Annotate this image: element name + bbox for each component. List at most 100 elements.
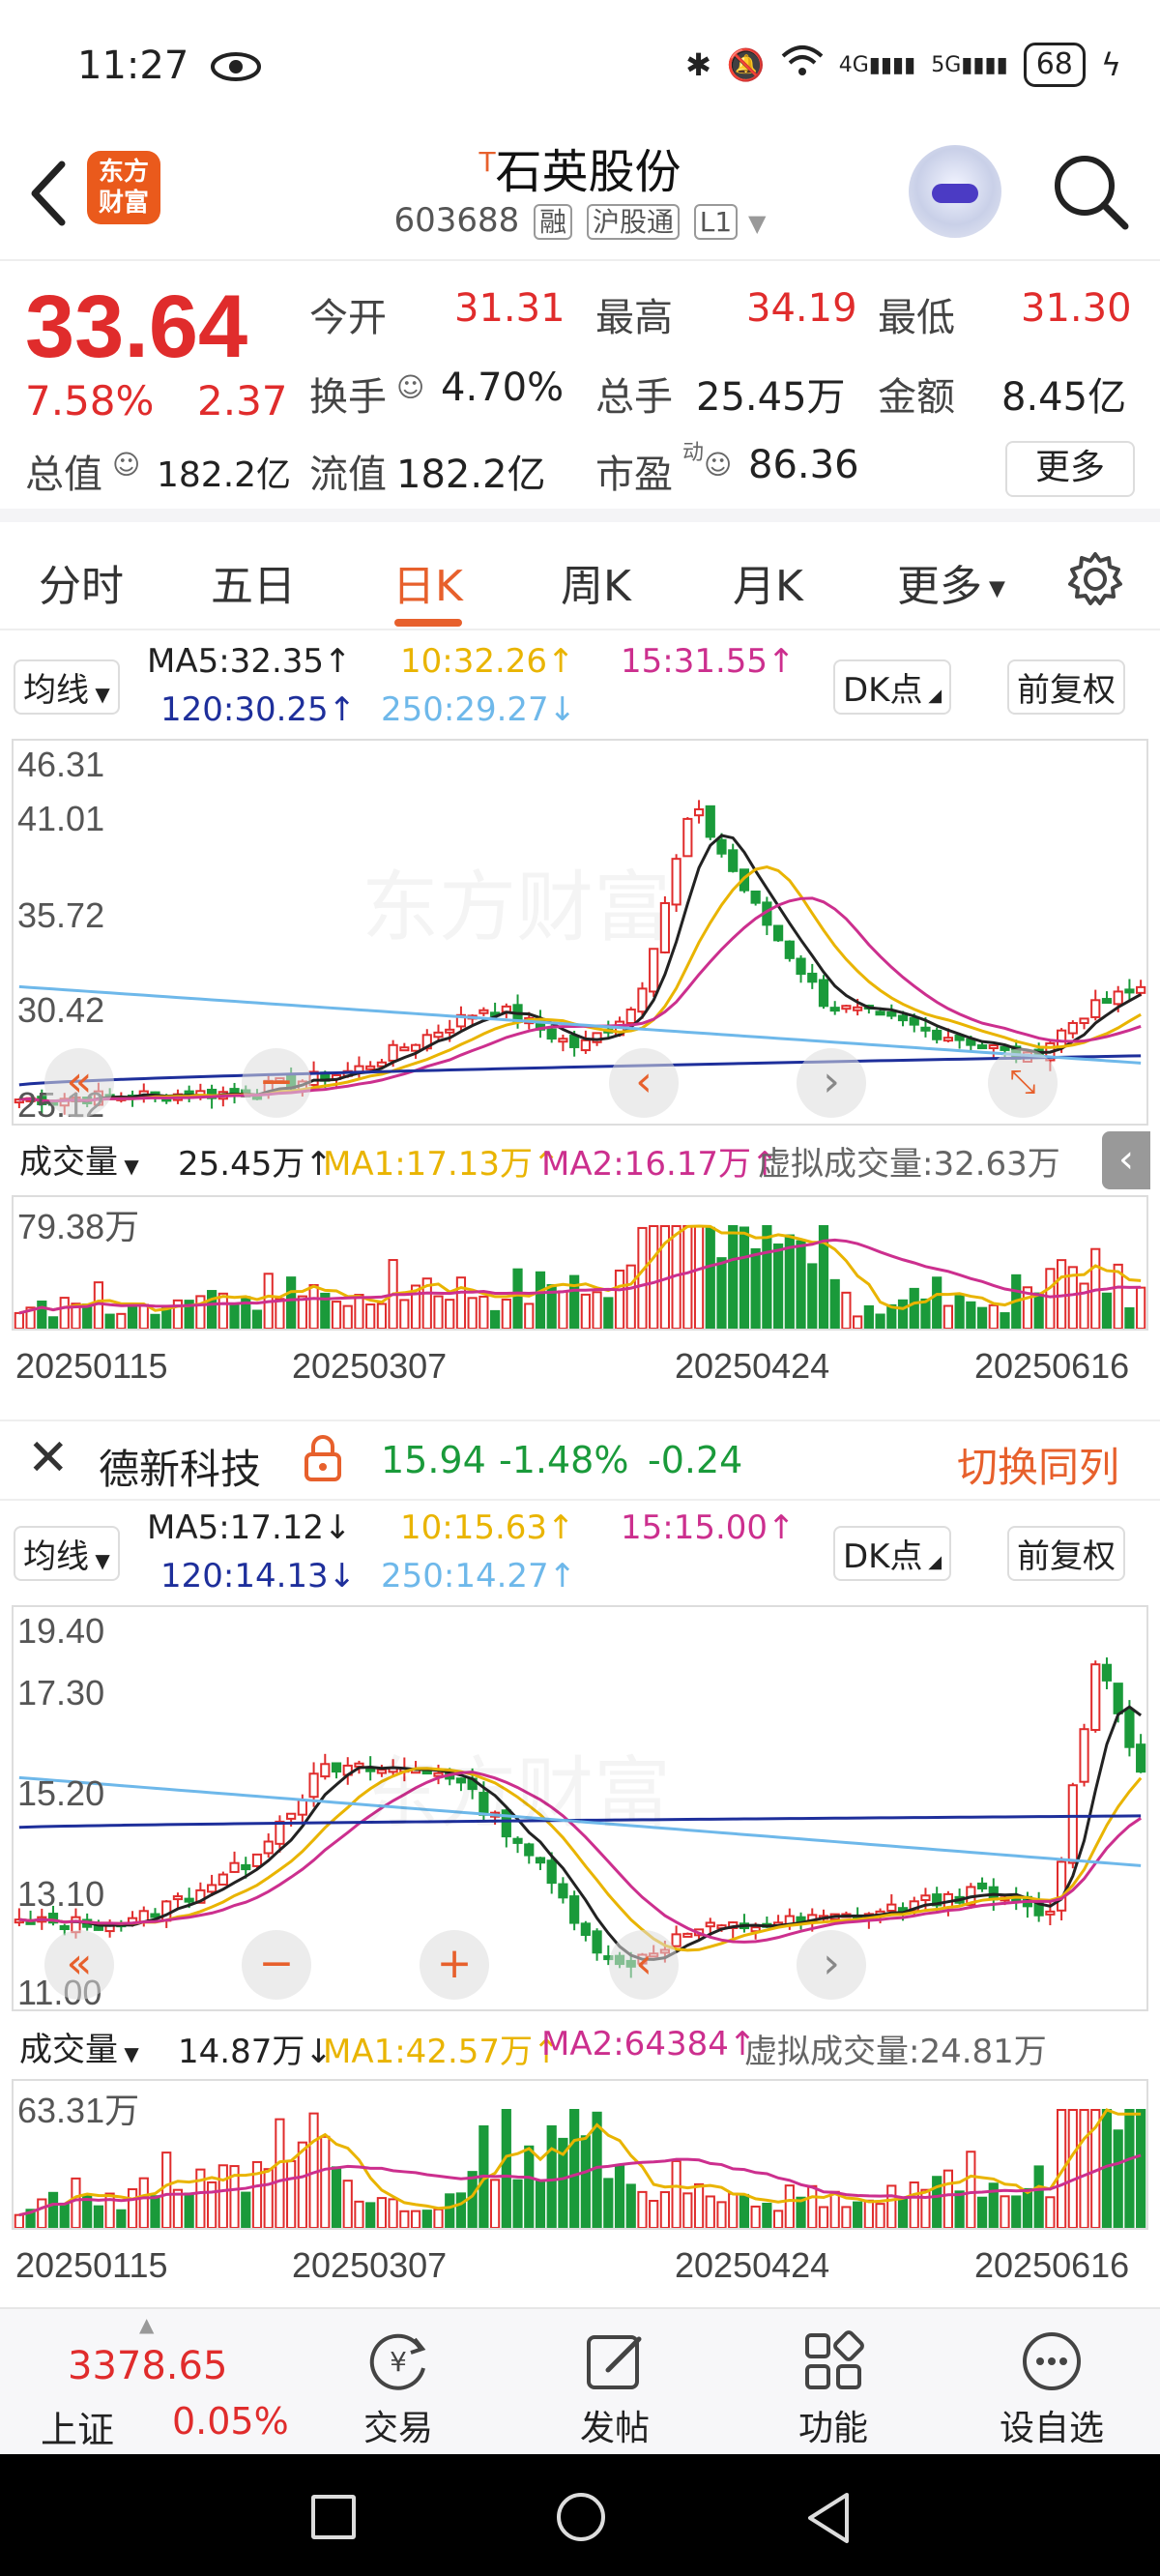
candle-body [976,1044,988,1050]
kline-chart-2[interactable]: 东方财富 19.40 17.30 15.20 13.10 11.00 « − +… [12,1605,1148,2012]
volume-bar [705,2195,715,2228]
volume-bar [966,1301,976,1329]
nav-add-watchlist[interactable]: 设自选 [974,2323,1129,2450]
fast-backward-button[interactable]: « [44,1048,114,1118]
tab-daily-k[interactable]: 日K [392,551,463,613]
compare-stock-name[interactable]: 德新科技 [99,1437,261,1496]
info-icon[interactable]: ☺ [112,449,140,481]
tab-more[interactable]: 更多 ▼ [897,551,1005,613]
adjust-select-2[interactable]: 前复权 [1007,1526,1125,1581]
gear-icon [1068,552,1122,605]
volume-bar [614,1269,625,1329]
index-ticker[interactable]: ▲ 3378.65 上证 0.05% [23,2313,294,2451]
candle-body [229,1088,240,1094]
scroll-left-button[interactable]: ‹ [609,1048,679,1118]
volume-ma1: MA1:17.13万↑ [323,1145,561,1184]
settings-button[interactable] [1067,551,1123,607]
home-button[interactable] [557,2493,605,2541]
nav-functions[interactable]: 功能 [756,2323,911,2450]
volume-bar [445,2193,455,2228]
volume-bar [954,2190,965,2228]
mute-icon: 🔕 [726,46,766,83]
volume-bar [421,2210,432,2228]
ma120-line [18,1054,1142,1087]
volume-bar [365,1303,376,1329]
volume-bar [354,1294,364,1329]
ma-select-1[interactable]: 均线 ▼ [14,659,120,715]
scroll-right-button[interactable]: › [797,1048,866,1118]
volume-bar [603,1297,614,1329]
switch-compare-button[interactable]: 切换同列 [957,1435,1119,1494]
zoom-out-button[interactable]: − [242,1048,311,1118]
candle-body [478,1009,489,1014]
volume-bar [920,2188,931,2228]
volume-bar [637,1226,648,1329]
nav-post[interactable]: 发帖 [537,2323,692,2450]
adjust-select-1[interactable]: 前复权 [1007,659,1125,715]
volume-bar [1136,1286,1146,1329]
scroll-left-button[interactable]: ‹ [609,1930,679,2000]
open-value: 31.31 [454,286,566,331]
app-header: 东方 财富 T石英股份 603688 融 沪股通 L1 ▼ [0,126,1160,261]
volume-select-1[interactable]: 成交量 ▼ [12,1133,147,1185]
search-icon [1055,156,1129,230]
amount-label: 金额 [878,375,955,420]
low-value: 31.30 [1021,286,1132,331]
volume-bar [388,2198,398,2228]
tab-five-day[interactable]: 五日 [211,551,296,613]
volume-bar [331,1301,342,1329]
volume-bar [116,1312,127,1329]
ma120-value: 120:30.25↑ [160,690,357,729]
close-compare-button[interactable]: ✕ [27,1429,70,1487]
volume-bar [863,2199,874,2228]
info-icon[interactable]: ☺ [704,449,732,481]
bluetooth-icon: ✱ [685,46,711,83]
float-label: 流值 [309,453,387,497]
tab-monthly-k[interactable]: 月K [733,551,803,613]
candle-body [920,1026,931,1032]
t-superscript: T [478,146,496,178]
volume-value: 25.45万 [696,375,846,420]
zoom-out-button[interactable]: − [242,1930,311,2000]
collapse-panel-button[interactable]: ‹ [1102,1131,1150,1189]
zoom-in-button[interactable]: + [420,1930,489,2000]
volume-bar [886,2184,897,2228]
nav-trade[interactable]: ¥ 交易 [321,2323,476,2450]
volume-bar [1124,1306,1135,1329]
lock-icon[interactable] [302,1433,344,1487]
volume-bar [649,1225,659,1329]
volume-bar [954,1295,965,1329]
system-back-button[interactable] [804,2491,853,2549]
low-label: 最低 [878,296,955,340]
dk-point-select-2[interactable]: DK点 ◢ [833,1526,952,1581]
volume-bar [399,1299,410,1329]
robot-assistant-icon[interactable] [909,145,1001,238]
volume-bar [966,2151,976,2228]
volume-select-2[interactable]: 成交量 ▼ [12,2021,147,2072]
recent-apps-button[interactable] [311,2495,356,2539]
more-button[interactable]: 更多 [1005,441,1135,497]
volume-bar [863,1304,874,1329]
search-button[interactable] [1048,149,1135,236]
dk-point-select-1[interactable]: DK点 ◢ [833,659,952,715]
candle-body [728,849,739,872]
kline-svg-2: 东方财富 [14,1657,1146,1978]
ma15-value: 15:15.00↑ [621,1508,796,1547]
quote-panel: 33.64 7.58% 2.37 今开 31.31 最高 34.19 最低 31… [0,263,1160,522]
tab-intraday[interactable]: 分时 [39,551,124,613]
status-bar: 11:27 ✱ 🔕 4G▮▮▮▮ 5G▮▮▮▮ 68 ϟ [0,0,1160,135]
candle-body [569,1895,580,1924]
kline-chart-1[interactable]: 东方财富 46.31 41.01 35.72 30.42 25.12 « − ‹… [12,739,1148,1126]
candle-body [886,1903,897,1913]
info-icon[interactable]: ☺ [396,371,424,403]
tab-weekly-k[interactable]: 周K [561,551,631,613]
volume-bar [535,2179,546,2228]
compare-price: 15.94 [381,1439,486,1481]
volume-bar [320,2135,331,2228]
fullscreen-button[interactable]: ⤡ [988,1048,1058,1118]
candle-body [637,987,648,1013]
scroll-right-button[interactable]: › [797,1930,866,2000]
volume-bar [433,1295,444,1329]
fast-backward-button[interactable]: « [44,1930,114,2000]
ma-select-2[interactable]: 均线 ▼ [14,1526,120,1581]
